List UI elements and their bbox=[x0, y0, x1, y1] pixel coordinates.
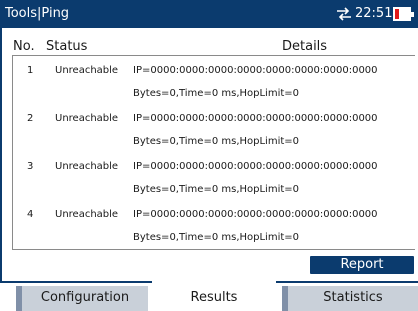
tab-statistics[interactable]: Statistics bbox=[282, 286, 418, 311]
row-number: 2 bbox=[27, 113, 34, 124]
row-status: Unreachable bbox=[55, 113, 119, 124]
row-ip: IP=0000:0000:0000:0000:0000:0000:0000:00… bbox=[133, 113, 378, 124]
row-number: 1 bbox=[27, 65, 34, 76]
row-bytes: Bytes=0,Time=0 ms,HopLimit=0 bbox=[133, 232, 300, 243]
table-row[interactable]: 4 Unreachable IP=0000:0000:0000:0000:000… bbox=[13, 200, 415, 244]
row-bytes: Bytes=0,Time=0 ms,HopLimit=0 bbox=[133, 136, 300, 147]
battery-cap bbox=[411, 12, 414, 17]
tab-configuration[interactable]: Configuration bbox=[16, 286, 148, 311]
battery-low-icon bbox=[393, 7, 414, 21]
row-bytes: Bytes=0,Time=0 ms,HopLimit=0 bbox=[133, 88, 300, 99]
table-row[interactable]: 1 Unreachable IP=0000:0000:0000:0000:000… bbox=[13, 56, 415, 100]
battery-level bbox=[395, 9, 399, 19]
column-header-no: No. bbox=[13, 39, 35, 54]
window-title: Tools|Ping bbox=[5, 6, 70, 21]
report-button[interactable]: Report bbox=[310, 256, 414, 274]
clock: 22:51 bbox=[355, 6, 393, 21]
results-list[interactable]: 1 Unreachable IP=0000:0000:0000:0000:000… bbox=[12, 55, 415, 250]
table-header: No. Status Details bbox=[0, 28, 418, 54]
row-status: Unreachable bbox=[55, 209, 119, 220]
table-row[interactable]: 2 Unreachable IP=0000:0000:0000:0000:000… bbox=[13, 104, 415, 148]
left-border bbox=[0, 28, 2, 283]
row-bytes: Bytes=0,Time=0 ms,HopLimit=0 bbox=[133, 184, 300, 195]
tab-results[interactable]: Results bbox=[152, 281, 276, 311]
row-ip: IP=0000:0000:0000:0000:0000:0000:0000:00… bbox=[133, 65, 378, 76]
table-row[interactable]: 3 Unreachable IP=0000:0000:0000:0000:000… bbox=[13, 152, 415, 196]
column-header-details: Details bbox=[282, 39, 328, 54]
row-status: Unreachable bbox=[55, 161, 119, 172]
row-status: Unreachable bbox=[55, 65, 119, 76]
title-bar: Tools|Ping 22:51 bbox=[0, 0, 418, 28]
row-ip: IP=0000:0000:0000:0000:0000:0000:0000:00… bbox=[133, 209, 378, 220]
row-ip: IP=0000:0000:0000:0000:0000:0000:0000:00… bbox=[133, 161, 378, 172]
row-number: 4 bbox=[27, 209, 34, 220]
tab-bar: Configuration Results Statistics bbox=[0, 281, 418, 311]
column-header-status: Status bbox=[46, 39, 88, 54]
row-number: 3 bbox=[27, 161, 34, 172]
network-transfer-icon bbox=[336, 7, 352, 21]
ping-screen: Tools|Ping 22:51 No. Status Details 1 Un… bbox=[0, 0, 418, 311]
